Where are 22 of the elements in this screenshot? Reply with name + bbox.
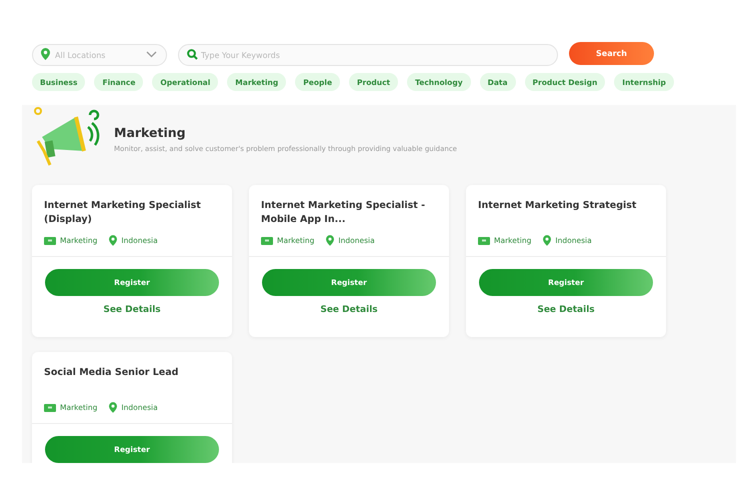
location-dropdown[interactable]: All Locations [32,44,167,66]
keyword-search-field[interactable]: Type Your Keywords [178,44,558,66]
see-details-link[interactable]: See Details [320,305,378,315]
job-title: Social Media Senior Lead [44,366,180,380]
briefcase-icon [44,236,56,245]
pin-icon [109,402,118,413]
briefcase-icon [261,236,273,245]
see-details-link[interactable]: See Details [103,305,161,315]
pin-icon [109,235,118,246]
section-title: Marketing [114,125,187,140]
see-details-link[interactable]: See Details [537,305,595,315]
pin-icon [543,235,552,246]
job-title: Internet Marketing Specialist (Display) [44,199,202,227]
job-title: Internet Marketing Strategist [478,199,638,213]
briefcase-icon [478,236,490,245]
search-button[interactable]: Search [569,42,654,65]
pin-icon [41,48,50,60]
job-title: Internet Marketing Specialist - Mobile App In... [261,199,426,227]
search-icon [187,48,198,60]
pin-icon [326,235,334,246]
chevron-down-icon [146,50,157,58]
briefcase-icon [44,403,56,412]
